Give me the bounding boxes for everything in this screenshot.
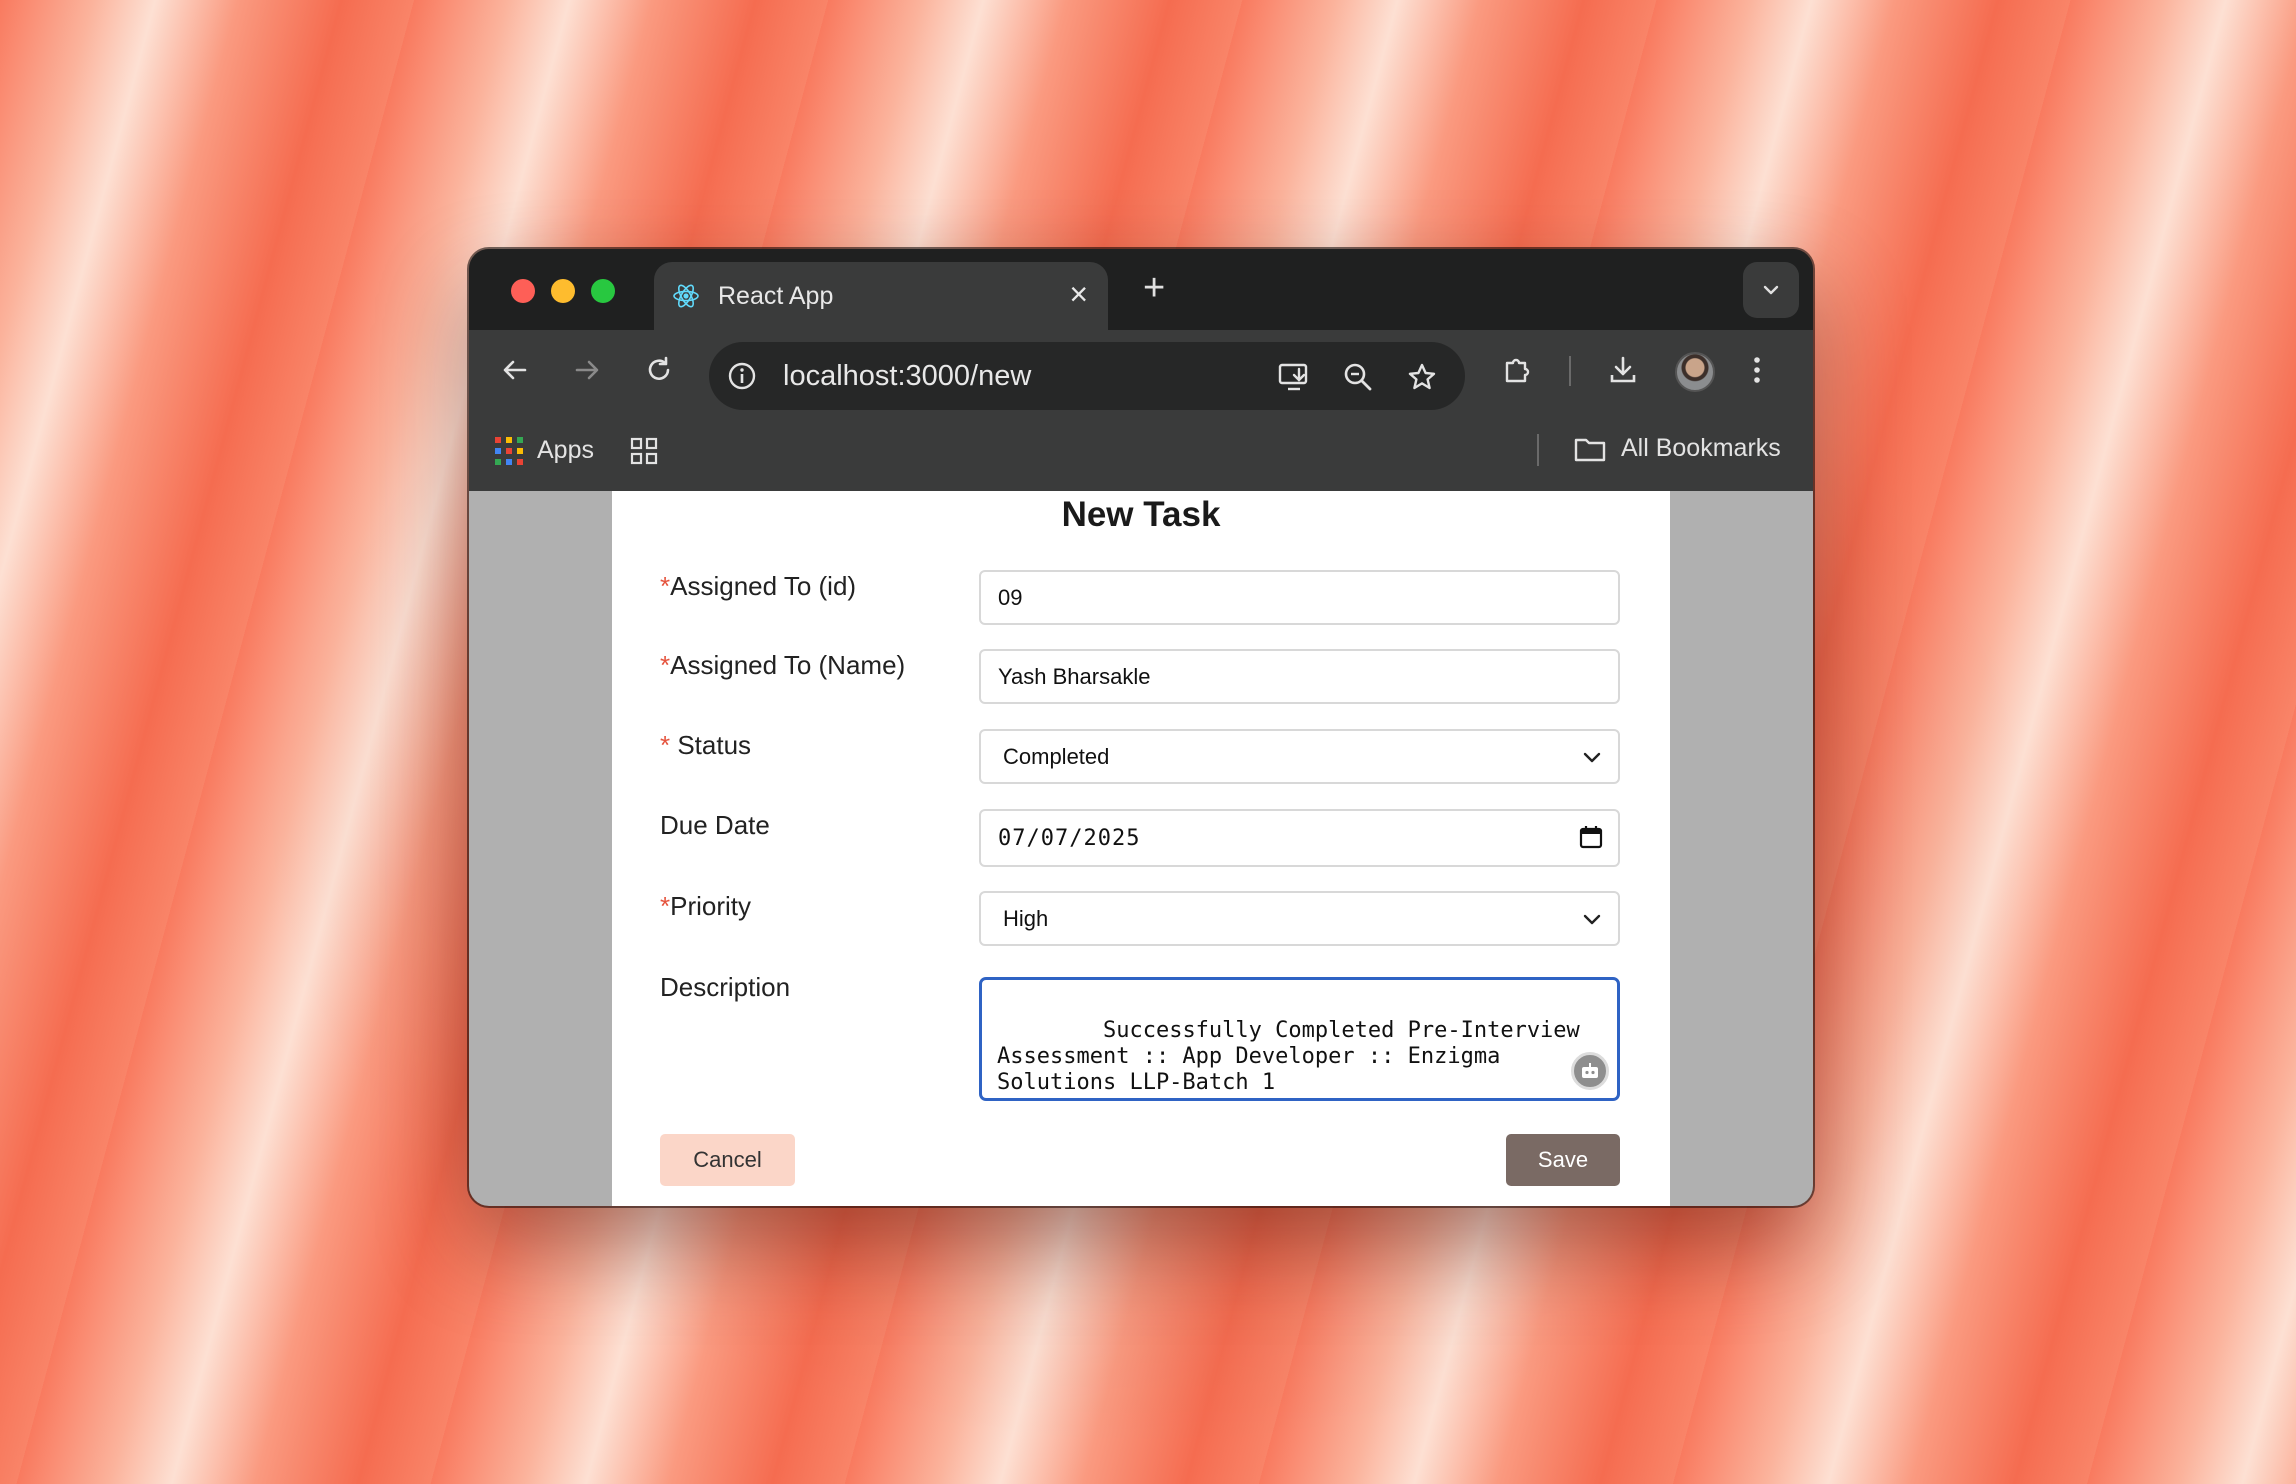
bookmarks-bar: Apps All Bookmarks (469, 410, 1813, 491)
browser-toolbar: localhost:3000/new (469, 330, 1813, 410)
toolbar-divider (1569, 356, 1571, 386)
priority-select[interactable]: High (979, 891, 1620, 946)
cancel-button[interactable]: Cancel (660, 1134, 795, 1186)
arrow-left-icon (503, 360, 527, 380)
chevron-down-icon (1763, 285, 1779, 295)
browser-window: React App × + localhost:3000/new Apps Al… (469, 249, 1813, 1206)
tab-groups-icon[interactable] (629, 436, 659, 466)
apps-label: Apps (537, 436, 594, 464)
due-date-label: Due Date (660, 810, 770, 840)
bookmarks-divider (1537, 434, 1539, 466)
close-window-button[interactable] (511, 279, 535, 303)
new-tab-icon[interactable]: + (1143, 269, 1165, 307)
close-tab-icon[interactable]: × (1069, 276, 1088, 312)
title-bar: React App × + (469, 249, 1813, 330)
downloads-button[interactable] (1601, 348, 1645, 392)
tab-title: React App (718, 282, 834, 310)
apps-grid-icon (495, 436, 523, 465)
browser-tab[interactable]: React App × (654, 262, 1108, 330)
puzzle-icon (1505, 358, 1530, 383)
required-marker: * (660, 650, 671, 680)
all-bookmarks-button[interactable]: All Bookmarks (1573, 434, 1781, 463)
status-label: * Status (660, 730, 752, 760)
description-label: Description (660, 972, 791, 1002)
url-text: localhost:3000/new (783, 360, 1032, 392)
assigned-name-input[interactable]: Yash Bharsakle (979, 649, 1620, 704)
download-icon (1610, 356, 1636, 383)
chevron-down-icon (1583, 752, 1601, 763)
required-marker: * (660, 730, 678, 760)
tab-search-button[interactable] (1743, 262, 1799, 318)
install-app-icon[interactable] (1275, 358, 1313, 396)
assigned-id-label: *Assigned To (id) (660, 571, 857, 601)
required-marker: * (660, 891, 671, 921)
page-viewport: New Task *Assigned To (id) 09 *Assigned … (469, 491, 1813, 1206)
back-button[interactable] (493, 348, 537, 392)
assigned-id-input[interactable]: 09 (979, 570, 1620, 625)
arrow-right-icon (575, 360, 599, 380)
all-bookmarks-label: All Bookmarks (1621, 434, 1781, 462)
page-title: New Task (1061, 495, 1221, 534)
bookmark-star-icon[interactable] (1403, 358, 1441, 396)
assigned-name-label: *Assigned To (Name) (660, 650, 906, 680)
browser-menu-button[interactable] (1735, 348, 1779, 392)
extensions-button[interactable] (1495, 348, 1539, 392)
reload-icon (648, 356, 670, 380)
zoom-icon[interactable] (1339, 358, 1377, 396)
more-vertical-icon (1754, 357, 1760, 383)
forward-button[interactable] (565, 348, 609, 392)
writing-assistant-icon[interactable] (1571, 1052, 1609, 1090)
new-task-form: New Task *Assigned To (id) 09 *Assigned … (612, 491, 1670, 1206)
address-bar[interactable]: localhost:3000/new (709, 342, 1465, 410)
description-textarea[interactable]: Successfully Completed Pre-Interview Ass… (979, 977, 1620, 1101)
chevron-down-icon (1583, 914, 1601, 925)
calendar-icon[interactable] (1578, 824, 1604, 850)
profile-avatar[interactable] (1675, 352, 1715, 392)
minimize-window-button[interactable] (551, 279, 575, 303)
description-text: Successfully Completed Pre-Interview Ass… (997, 1018, 1594, 1095)
save-button[interactable]: Save (1506, 1134, 1620, 1186)
apps-shortcut[interactable]: Apps (495, 436, 594, 465)
react-logo-icon (673, 284, 699, 308)
priority-label: *Priority (660, 891, 752, 921)
maximize-window-button[interactable] (591, 279, 615, 303)
info-icon[interactable] (727, 361, 757, 391)
required-marker: * (660, 571, 671, 601)
due-date-input[interactable]: 07/07/2025 (979, 809, 1620, 867)
folder-icon (1574, 438, 1606, 461)
status-select[interactable]: Completed (979, 729, 1620, 784)
reload-button[interactable] (637, 348, 681, 392)
